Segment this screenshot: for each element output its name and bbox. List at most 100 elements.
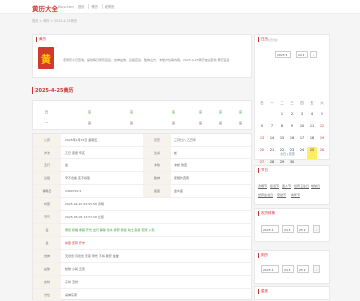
- detail-table: 公历 2025年4月25日 星期五 农历 三月廿八 乙巳年 岁次 乙巳 庚辰 辛…: [32, 133, 253, 301]
- festival-link[interactable]: 地球日: [311, 184, 320, 188]
- detail-row: 五行 金 冲煞 冲蛇 煞西: [33, 159, 253, 172]
- calendar-day[interactable]: 18: [307, 135, 317, 147]
- day-value: 25: [299, 267, 303, 272]
- detail-row: 吉神 天德合 月德合 天恩 母仓 不将 敬安 金堂: [33, 250, 253, 263]
- detail-row: 凶煞 劫煞 小耗 五离: [33, 263, 253, 276]
- detail-label: 五行: [33, 159, 61, 171]
- year-value: 2025: [263, 227, 271, 232]
- day-select[interactable]: 25 ▾: [297, 265, 309, 273]
- nav-laohuangli[interactable]: 老黄历: [101, 4, 117, 9]
- calendar-day[interactable]: 9: [287, 123, 297, 135]
- calendar-day[interactable]: 2: [287, 111, 297, 123]
- detail-value: 金: [65, 163, 69, 167]
- festival-link[interactable]: 劳动节: [277, 193, 286, 197]
- festival-link[interactable]: 世界读书日: [258, 193, 273, 197]
- detail-label: 彭祖: [33, 172, 61, 184]
- breadcrumb[interactable]: 首页 > 黄历 > 2025-4-25黄历: [32, 18, 77, 23]
- calendar-month-select[interactable]: 04 ▾: [296, 51, 308, 58]
- festival-link[interactable]: 世界卫生日: [294, 184, 309, 188]
- intro-text: 老黄历今日查询，提供每日黄历宜忌、吉神凶煞、彭祖百忌、胎神占方、冲煞方位等内容，…: [63, 58, 230, 62]
- calendar-day[interactable]: 3: [297, 111, 307, 123]
- festival-link[interactable]: 青年节: [291, 193, 300, 197]
- year-select[interactable]: 2025 ▾: [261, 225, 279, 233]
- calendar-day[interactable]: 7: [267, 123, 277, 135]
- detail-row: 儒略日 2460790.5 星座 金牛座: [33, 185, 253, 198]
- week-grid-cell: 忌: [219, 121, 223, 125]
- intro-card: 黄历 黄 老黄历今日查询，提供每日黄历宜忌、吉神凶煞、彭祖百忌、胎神占方、冲煞方…: [32, 34, 252, 78]
- festival-link[interactable]: 清明节: [258, 184, 267, 188]
- calendar-day[interactable]: 26: [317, 147, 327, 159]
- chevron-down-icon: ▾: [271, 267, 274, 272]
- calendar-day[interactable]: 13: [257, 135, 267, 147]
- go-button[interactable]: ›: [313, 225, 320, 233]
- calendar-day[interactable]: 11: [307, 123, 317, 135]
- detail-row: 时辰 2025-04-10 03:55:58 清明: [33, 198, 253, 211]
- calendar-day[interactable]: 10: [297, 123, 307, 135]
- calendar-weekday: 二: [280, 101, 284, 105]
- day-select[interactable]: 25 ▾: [297, 225, 309, 233]
- detail-value: 金牛座: [174, 189, 184, 193]
- chevron-down-icon: ▾: [303, 227, 306, 232]
- detail-value: 祭祀 祈福 求嗣 开光 出行 解除 伐木 拆卸 修造 动土 起基 安床 入宅: [65, 228, 155, 232]
- calendar-day[interactable]: 14: [267, 135, 277, 147]
- festival-link[interactable]: 复活节: [270, 184, 279, 188]
- detail-label: 时辰: [33, 198, 61, 210]
- calendar-day[interactable]: 4: [307, 111, 317, 123]
- detail-value: 乙巳 庚辰 辛亥: [65, 151, 85, 155]
- zodiac-title: 星座: [258, 289, 268, 294]
- calendar-day[interactable]: 24: [297, 147, 307, 159]
- site-logo[interactable]: 黄历大全: [32, 3, 58, 13]
- calendar-widget: 日历 农历查询 2025 ▾ 04 ▾ › 日 一 二 三 四 五 六 1234…: [254, 34, 330, 164]
- week-grid-cell: 忌: [239, 121, 243, 125]
- calendar-day[interactable]: 19: [317, 135, 327, 147]
- calendar-footer[interactable]: 今日 | 农历: [280, 152, 295, 156]
- detail-value: 子时 丑时: [65, 280, 78, 284]
- detail-label: 胎神: [143, 172, 171, 184]
- month-value: 04: [284, 267, 288, 272]
- calendar-weekday: 四: [300, 101, 304, 105]
- site-logo-sub: tlbco.com: [58, 5, 74, 9]
- calendar-day[interactable]: 20: [257, 147, 267, 159]
- calendar-weekday: 日: [260, 101, 264, 105]
- detail-label: 吉神: [33, 250, 61, 262]
- detail-row: 彭祖 辛不合酱 亥不嫁娶 胎神 床栖外西南: [33, 172, 253, 185]
- week-grid-cell: 日: [45, 110, 49, 114]
- detail-value: 三月廿八 乙巳年: [174, 138, 196, 142]
- calendar-day[interactable]: 21: [267, 147, 277, 159]
- chevron-down-icon: ▾: [285, 53, 288, 57]
- detail-label: 岁次: [33, 147, 61, 158]
- calendar-day[interactable]: 17: [297, 135, 307, 147]
- detail-label: 忌: [33, 237, 61, 249]
- calendar-day[interactable]: 6: [257, 123, 267, 135]
- top-bar: 黄历大全 tlbco.com 首页 黄历 老黄历: [0, 0, 360, 14]
- detail-label: 冲煞: [143, 159, 171, 171]
- nav-huangli[interactable]: 黄历: [88, 4, 99, 9]
- detail-value: 床栖外西南: [174, 176, 190, 180]
- detail-label: 节气: [33, 211, 61, 223]
- festival-card: 节日 清明节 复活节 愚人节 世界卫生日 地球日 世界读书日 劳动节 青年节: [254, 165, 330, 205]
- calendar-year-select[interactable]: 2025 ▾: [275, 51, 291, 58]
- month-select[interactable]: 04 ▾: [282, 225, 294, 233]
- detail-value: 2025-05-05 13:57:18 立夏: [65, 215, 104, 219]
- intro-title: 黄历: [36, 37, 46, 42]
- detail-value: 辛不合酱 亥不嫁娶: [65, 176, 90, 180]
- calendar-day[interactable]: 8: [277, 123, 287, 135]
- festival-link[interactable]: 愚人节: [282, 184, 291, 188]
- calendar-day[interactable]: 1: [277, 111, 287, 123]
- calendar-weekday: 三: [290, 101, 294, 105]
- nav-home[interactable]: 首页: [76, 4, 86, 9]
- month-select[interactable]: 04 ▾: [282, 265, 294, 273]
- calendar-day[interactable]: 5: [317, 111, 327, 123]
- calendar-day[interactable]: 16: [287, 135, 297, 147]
- go-button[interactable]: ›: [313, 265, 320, 273]
- chevron-down-icon: ▾: [288, 267, 291, 272]
- calendar-next-button[interactable]: ›: [310, 51, 317, 58]
- calendar-day[interactable]: 15: [277, 135, 287, 147]
- calendar-day[interactable]: 25: [307, 147, 317, 159]
- detail-value: 劫煞 小耗 五离: [65, 267, 85, 271]
- year-select[interactable]: 2025 ▾: [261, 265, 279, 273]
- detail-label: 农历: [143, 134, 171, 146]
- calendar-day[interactable]: 12: [317, 123, 327, 135]
- zodiac-card: 星座: [254, 286, 330, 300]
- year-value: 2025: [263, 267, 271, 272]
